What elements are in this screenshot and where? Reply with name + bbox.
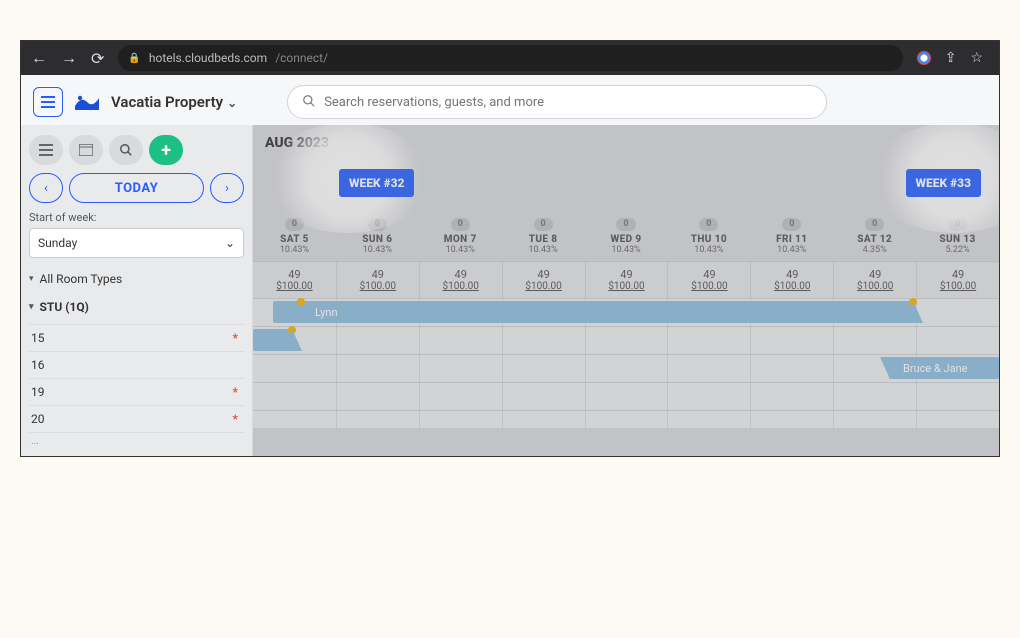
all-room-types-toggle[interactable]: All Room Types — [29, 272, 244, 286]
day-header: 0FRI 1110.43% — [750, 209, 833, 261]
room-row-19[interactable]: 19* — [29, 378, 244, 405]
price-cell[interactable]: 49$100.00 — [916, 262, 999, 298]
browser-forward-button[interactable]: → — [61, 48, 77, 68]
chevron-down-icon: ⌄ — [225, 236, 235, 250]
search-button[interactable] — [109, 135, 143, 165]
price-cell[interactable]: 49$100.00 — [419, 262, 502, 298]
browser-chrome: ← → ⟳ 🔒 hotels.cloudbeds.com/connect/ ⇪ … — [21, 41, 999, 75]
price-cell[interactable]: 49$100.00 — [585, 262, 668, 298]
calendar-view-button[interactable] — [69, 135, 103, 165]
room-row-15[interactable]: 15* — [29, 324, 244, 351]
today-button[interactable]: TODAY — [69, 173, 204, 203]
grid-row[interactable]: Lynn — [253, 298, 999, 326]
next-button[interactable]: › — [210, 173, 244, 203]
room-row-20[interactable]: 20* — [29, 405, 244, 432]
lock-icon: 🔒 — [128, 53, 140, 64]
browser-back-button[interactable]: ← — [31, 48, 47, 68]
calendar: AUG 2023 WEEK #32 WEEK #33 0SAT 510.43%0… — [253, 125, 999, 456]
booking-lynn[interactable]: Lynn — [273, 301, 914, 323]
day-header-row: 0SAT 510.43%0SUN 610.43%0MON 710.43%0TUE… — [253, 209, 999, 261]
day-header: 0THU 1010.43% — [667, 209, 750, 261]
start-of-week-select[interactable]: Sunday⌄ — [29, 228, 244, 258]
grid-row[interactable]: Bruce & Jane — [253, 354, 999, 382]
bookmark-star-icon[interactable]: ☆ — [970, 50, 983, 66]
prev-button[interactable]: ‹ — [29, 173, 63, 203]
start-of-week-label: Start of week: — [29, 211, 244, 224]
search-bar[interactable] — [287, 85, 827, 119]
grid-row[interactable] — [253, 326, 999, 354]
google-icon[interactable] — [917, 51, 931, 65]
day-header: 0MON 710.43% — [419, 209, 502, 261]
price-cell[interactable]: 49$100.00 — [502, 262, 585, 298]
calendar-grid: Lynn Bruce & Jane — [253, 298, 999, 428]
brand-icon — [73, 92, 101, 112]
price-cell[interactable]: 49$100.00 — [336, 262, 419, 298]
property-selector[interactable]: Vacatia Property⌄ — [111, 93, 237, 111]
address-bar[interactable]: 🔒 hotels.cloudbeds.com/connect/ — [118, 45, 902, 71]
week-chip-33: WEEK #33 — [906, 169, 981, 197]
search-icon — [302, 93, 316, 112]
price-cell[interactable]: 49$100.00 — [750, 262, 833, 298]
booking-partial[interactable] — [253, 329, 293, 351]
day-header: 0SUN 135.22% — [916, 209, 999, 261]
browser-reload-button[interactable]: ⟳ — [91, 49, 104, 68]
share-icon[interactable]: ⇪ — [945, 50, 957, 66]
week-chip-32: WEEK #32 — [339, 169, 414, 197]
url-path: /connect/ — [275, 51, 328, 65]
booking-bruce-jane[interactable]: Bruce & Jane — [889, 357, 999, 379]
chevron-down-icon: ⌄ — [227, 96, 237, 110]
url-host: hotels.cloudbeds.com — [149, 51, 267, 65]
menu-button[interactable] — [33, 87, 63, 117]
room-group-toggle[interactable]: STU (1Q) — [29, 300, 244, 314]
app-topbar: Vacatia Property⌄ — [21, 75, 999, 125]
room-row-16[interactable]: 16 — [29, 351, 244, 378]
sidebar: + ‹ TODAY › Start of week: Sunday⌄ All R… — [21, 125, 253, 456]
grid-row[interactable] — [253, 410, 999, 428]
day-header: 0SAT 510.43% — [253, 209, 336, 261]
day-header: 0WED 910.43% — [585, 209, 668, 261]
price-row: 49$100.0049$100.0049$100.0049$100.0049$1… — [253, 261, 999, 298]
search-input[interactable] — [324, 95, 812, 110]
day-header: 0SUN 610.43% — [336, 209, 419, 261]
price-cell[interactable]: 49$100.00 — [833, 262, 916, 298]
list-view-button[interactable] — [29, 135, 63, 165]
room-row-more[interactable]: ··· — [29, 432, 244, 456]
add-button[interactable]: + — [149, 135, 183, 165]
month-label: AUG 2023 — [253, 125, 999, 155]
price-cell[interactable]: 49$100.00 — [253, 262, 336, 298]
day-header: 0SAT 124.35% — [833, 209, 916, 261]
day-header: 0TUE 810.43% — [502, 209, 585, 261]
grid-row[interactable] — [253, 382, 999, 410]
price-cell[interactable]: 49$100.00 — [667, 262, 750, 298]
